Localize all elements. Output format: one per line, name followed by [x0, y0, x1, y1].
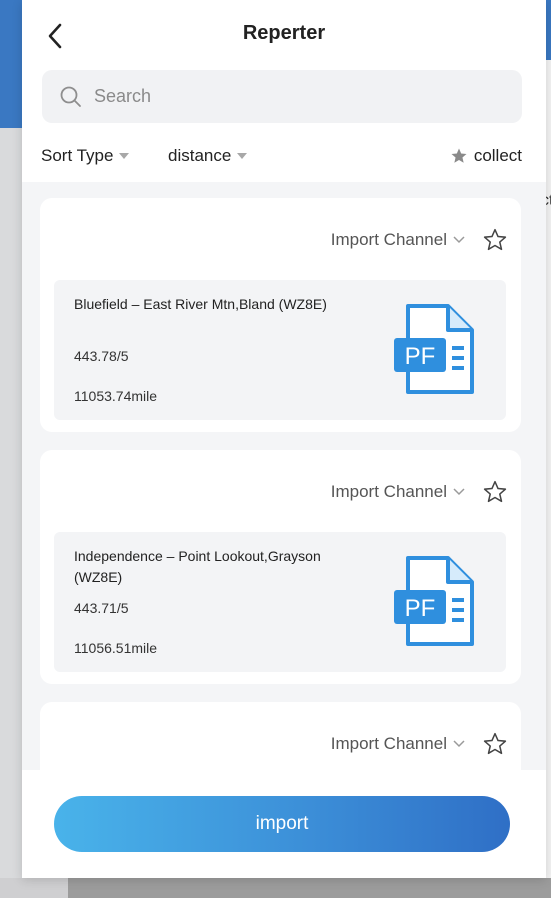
pdf-icon-text: PF	[405, 343, 436, 370]
star-outline-icon	[483, 228, 507, 251]
import-channel-dropdown[interactable]: Import Channel	[331, 734, 465, 754]
card-header: Import Channel	[40, 702, 521, 770]
distance-label: distance	[168, 146, 232, 165]
sort-type-dropdown[interactable]: Sort Type	[41, 146, 130, 166]
favorite-button[interactable]	[481, 478, 509, 506]
repeater-list[interactable]: Import Channel Bluefield – East River Mt…	[22, 182, 546, 770]
caret-down-icon	[237, 153, 248, 159]
card-header: Import Channel	[40, 198, 521, 270]
repeater-details[interactable]: Independence – Point Lookout,Grayson (WZ…	[54, 532, 506, 672]
favorite-button[interactable]	[481, 730, 509, 758]
distance-dropdown[interactable]: distance	[168, 146, 248, 166]
repeater-modal: Reperter Sort Type distance collect	[22, 0, 546, 878]
star-outline-icon	[483, 480, 507, 503]
import-channel-label: Import Channel	[330, 734, 447, 753]
chevron-down-icon	[453, 740, 465, 748]
search-icon	[60, 86, 81, 107]
import-channel-dropdown[interactable]: Import Channel	[331, 482, 465, 502]
filter-bar: Sort Type distance collect	[22, 140, 546, 174]
pdf-icon-text: PF	[405, 595, 436, 622]
repeater-name: Bluefield – East River Mtn,Bland (WZ8E)	[74, 296, 327, 312]
import-channel-label: Import Channel	[330, 482, 447, 501]
repeater-frequency: 443.78/5	[74, 348, 129, 364]
search-bar[interactable]	[42, 70, 522, 123]
header: Reperter	[22, 0, 546, 68]
repeater-details[interactable]: Bluefield – East River Mtn,Bland (WZ8E) …	[54, 280, 506, 420]
page-title: Reperter	[242, 22, 326, 44]
repeater-frequency: 443.71/5	[74, 600, 129, 616]
search-input[interactable]	[92, 85, 496, 108]
pdf-file-icon: PF	[394, 304, 474, 394]
import-button[interactable]: import	[54, 796, 510, 852]
background-bottom-dark	[68, 878, 551, 898]
collect-filter[interactable]: collect	[450, 146, 522, 166]
favorite-button[interactable]	[481, 226, 509, 254]
repeater-card: Import Channel	[40, 702, 521, 770]
collect-label: collect	[473, 146, 522, 165]
footer: import	[22, 770, 546, 878]
repeater-name: Independence – Point Lookout,Grayson (WZ…	[74, 548, 321, 585]
star-filled-icon	[451, 148, 467, 163]
sort-type-label: Sort Type	[41, 146, 114, 165]
repeater-card: Import Channel Independence – Point Look…	[40, 450, 521, 684]
chevron-down-icon	[453, 488, 465, 496]
chevron-down-icon	[453, 236, 465, 244]
repeater-card: Import Channel Bluefield – East River Mt…	[40, 198, 521, 432]
pdf-file-icon: PF	[394, 556, 474, 646]
caret-down-icon	[119, 153, 130, 159]
repeater-distance: 11056.51mile	[74, 640, 158, 656]
card-header: Import Channel	[40, 450, 521, 522]
import-channel-dropdown[interactable]: Import Channel	[331, 230, 465, 250]
repeater-distance: 11053.74mile	[74, 388, 158, 404]
star-outline-icon	[483, 732, 507, 755]
import-channel-label: Import Channel	[330, 230, 447, 249]
